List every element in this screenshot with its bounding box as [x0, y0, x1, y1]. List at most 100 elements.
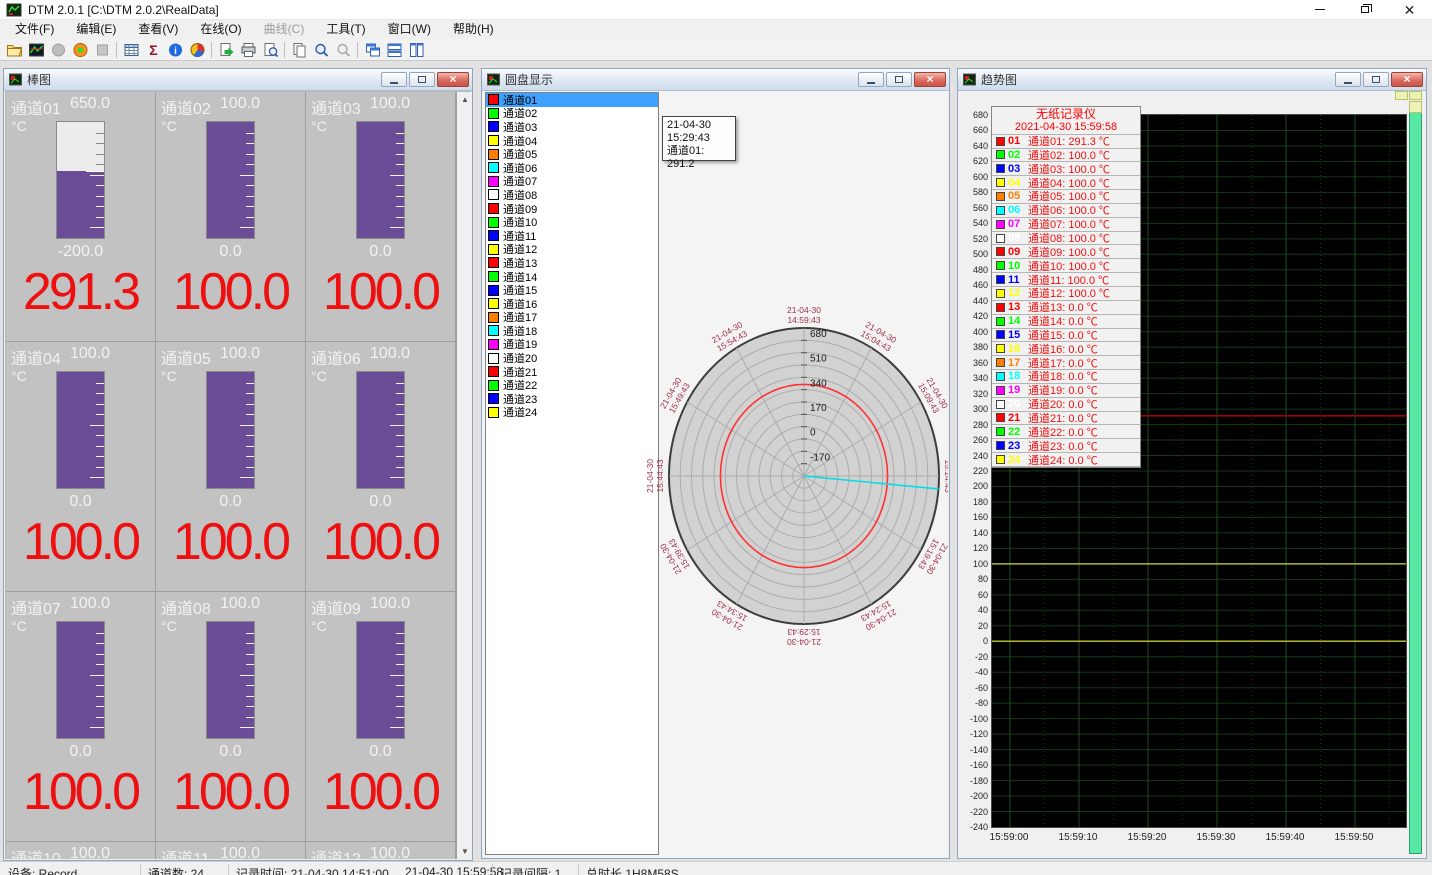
- legend-channel-number: 18: [1008, 370, 1028, 382]
- bar-meter-cell: 通道06100.0°C0.0100.0: [306, 342, 455, 591]
- y-axis-label: 220: [959, 466, 988, 476]
- bar-close-button[interactable]: ×: [437, 72, 469, 87]
- legend-channel-value: 通道08: 100.0 ℃: [1028, 232, 1110, 246]
- menu-view[interactable]: 查看(V): [127, 20, 189, 39]
- tile-vertical-icon[interactable]: [405, 40, 427, 60]
- bar-tick: [90, 727, 104, 728]
- bar-tick: [246, 185, 254, 186]
- bar-tick: [96, 143, 104, 144]
- y-axis-label: 140: [959, 528, 988, 538]
- legend-channel-value: 通道14: 0.0 ℃: [1028, 315, 1098, 329]
- pie-chart-icon[interactable]: [186, 40, 208, 60]
- legend-row: 19通道19: 0.0 ℃: [992, 384, 1140, 398]
- bar-tick: [246, 393, 254, 394]
- scroll-down-icon[interactable]: ▼: [457, 844, 471, 859]
- trend-window-titlebar[interactable]: 趋势图 ×: [958, 69, 1426, 91]
- scale-min: 0.0: [156, 493, 305, 511]
- bar-meter-cell: 通道12100.0°C0.0100.0: [306, 842, 455, 859]
- print-preview-icon[interactable]: [259, 40, 281, 60]
- bar-tick: [240, 425, 254, 426]
- close-button[interactable]: ✕: [1387, 0, 1432, 20]
- bar-fill: [357, 622, 404, 738]
- menu-edit[interactable]: 编辑(E): [65, 20, 127, 39]
- bar-tick: [246, 206, 254, 207]
- bar-window-icon: [9, 73, 22, 86]
- trend-scrollbar[interactable]: [1409, 101, 1422, 854]
- bar-tick: [90, 227, 104, 228]
- menu-tools[interactable]: 工具(T): [315, 20, 376, 39]
- legend-channel-number: 22: [1008, 426, 1028, 438]
- trend-zoom-button-2[interactable]: [1409, 91, 1422, 100]
- channel-color-swatch: [488, 135, 499, 146]
- scroll-up-icon[interactable]: ▲: [457, 92, 471, 108]
- y-axis-label: 240: [959, 451, 988, 461]
- info-icon[interactable]: i: [164, 40, 186, 60]
- channel-list-item[interactable]: 通道24: [486, 406, 658, 420]
- bar-tick: [390, 477, 404, 478]
- tile-horizontal-icon[interactable]: [383, 40, 405, 60]
- trend-maximize-button[interactable]: [1363, 72, 1389, 87]
- y-axis-label: 620: [959, 156, 988, 166]
- restore-button[interactable]: [1342, 0, 1387, 20]
- y-axis-label: 100: [959, 559, 988, 569]
- export-icon[interactable]: [215, 40, 237, 60]
- legend-color-swatch: [996, 303, 1005, 312]
- bar-tick: [396, 633, 404, 634]
- bar-tick: [396, 393, 404, 394]
- sum-icon[interactable]: Σ: [142, 40, 164, 60]
- dial-maximize-button[interactable]: [886, 72, 912, 87]
- bar-maximize-button[interactable]: [409, 72, 435, 87]
- svg-text:170: 170: [810, 403, 827, 414]
- curve-monitor-icon[interactable]: [25, 40, 47, 60]
- bar-window-titlebar[interactable]: 棒图 ×: [4, 69, 472, 91]
- legend-channel-number: 21: [1008, 412, 1028, 424]
- data-table-icon[interactable]: [120, 40, 142, 60]
- menu-window[interactable]: 窗口(W): [377, 20, 442, 39]
- channel-color-swatch: [488, 108, 499, 119]
- y-axis-label: 60: [959, 590, 988, 600]
- y-axis-label: 40: [959, 605, 988, 615]
- close-icon: ✕: [1404, 3, 1416, 17]
- bar-tick: [246, 643, 254, 644]
- trend-scrollbar-button[interactable]: [1409, 101, 1422, 113]
- trend-zoom-button-1[interactable]: [1395, 91, 1408, 100]
- bar-tick: [396, 685, 404, 686]
- cascade-windows-icon[interactable]: [361, 40, 383, 60]
- channel-color-swatch: [488, 189, 499, 200]
- trend-close-button[interactable]: ×: [1391, 72, 1423, 87]
- trend-minimize-button[interactable]: [1335, 72, 1361, 87]
- trend-window-title: 趋势图: [981, 71, 1017, 88]
- bar-minimize-button[interactable]: [381, 72, 407, 87]
- minimize-icon: [1315, 9, 1325, 10]
- menu-online[interactable]: 在线(O): [189, 20, 252, 39]
- bar-meter: [356, 621, 405, 739]
- bar-scrollbar[interactable]: ▲ ▼: [457, 92, 471, 859]
- record-icon[interactable]: [69, 40, 91, 60]
- bar-meter-cell: 通道11100.0°C0.0100.0: [156, 842, 305, 859]
- dial-close-button[interactable]: ×: [914, 72, 946, 87]
- channel-value: 100.0: [156, 262, 305, 322]
- legend-row: 12通道12: 100.0 ℃: [992, 287, 1140, 301]
- print-icon[interactable]: [237, 40, 259, 60]
- dial-window-titlebar[interactable]: 圆盘显示 ×: [482, 69, 949, 91]
- menu-file[interactable]: 文件(F): [4, 20, 65, 39]
- channel-color-swatch: [488, 353, 499, 364]
- bar-tick: [240, 675, 254, 676]
- bar-tick: [96, 654, 104, 655]
- minimize-button[interactable]: [1297, 0, 1342, 20]
- legend-channel-value: 通道12: 100.0 ℃: [1028, 287, 1110, 301]
- svg-text:340: 340: [810, 378, 827, 389]
- unit-label: °C: [11, 618, 27, 634]
- bar-meter-cell: 通道10100.0°C0.0100.0: [6, 842, 155, 859]
- legend-row: 18通道18: 0.0 ℃: [992, 370, 1140, 384]
- scale-max: 100.0: [220, 95, 260, 113]
- legend-channel-number: 07: [1008, 218, 1028, 230]
- zoom-icon[interactable]: [310, 40, 332, 60]
- channel-value: 100.0: [306, 762, 455, 822]
- menu-help[interactable]: 帮助(H): [442, 20, 505, 39]
- copy-icon[interactable]: [288, 40, 310, 60]
- bar-tick: [96, 446, 104, 447]
- open-folder-icon[interactable]: [3, 40, 25, 60]
- dial-minimize-button[interactable]: [858, 72, 884, 87]
- y-axis-label: 480: [959, 265, 988, 275]
